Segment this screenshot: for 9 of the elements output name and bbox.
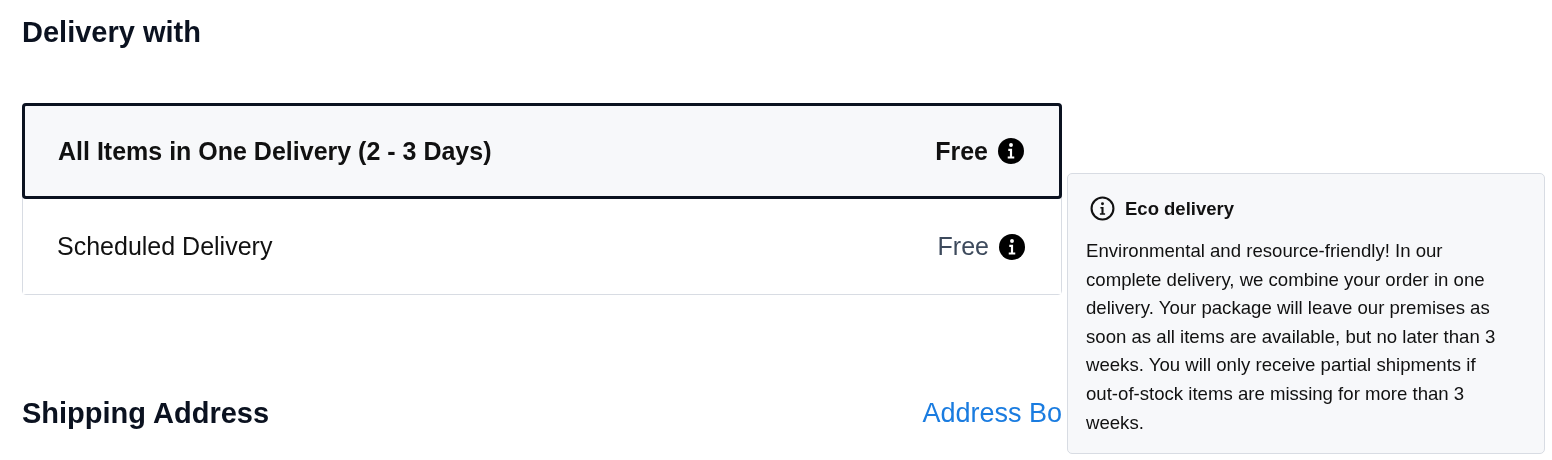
tooltip-text: Environmental and resource-friendly! In our complete delivery, we combine your order in one delivery. Your package will leave our premises as soon as all items are available, but no later than 3 weeks. You will only receive partial shipments if out-of-stock items are missing for more than 3 weeks. (1086, 239, 1497, 435)
section-heading: Shipping Address (22, 396, 270, 431)
info-icon[interactable] (998, 138, 1024, 164)
info-icon[interactable] (999, 233, 1025, 260)
info-icon (1090, 196, 1115, 221)
section-heading: Delivery with (22, 15, 202, 50)
address-book-link[interactable]: Address Bo (922, 397, 1062, 429)
delivery-option[interactable]: All Items in One Delivery (2 - 3 Days) Free (22, 103, 1062, 199)
tooltip-title: Eco delivery (1125, 197, 1234, 220)
